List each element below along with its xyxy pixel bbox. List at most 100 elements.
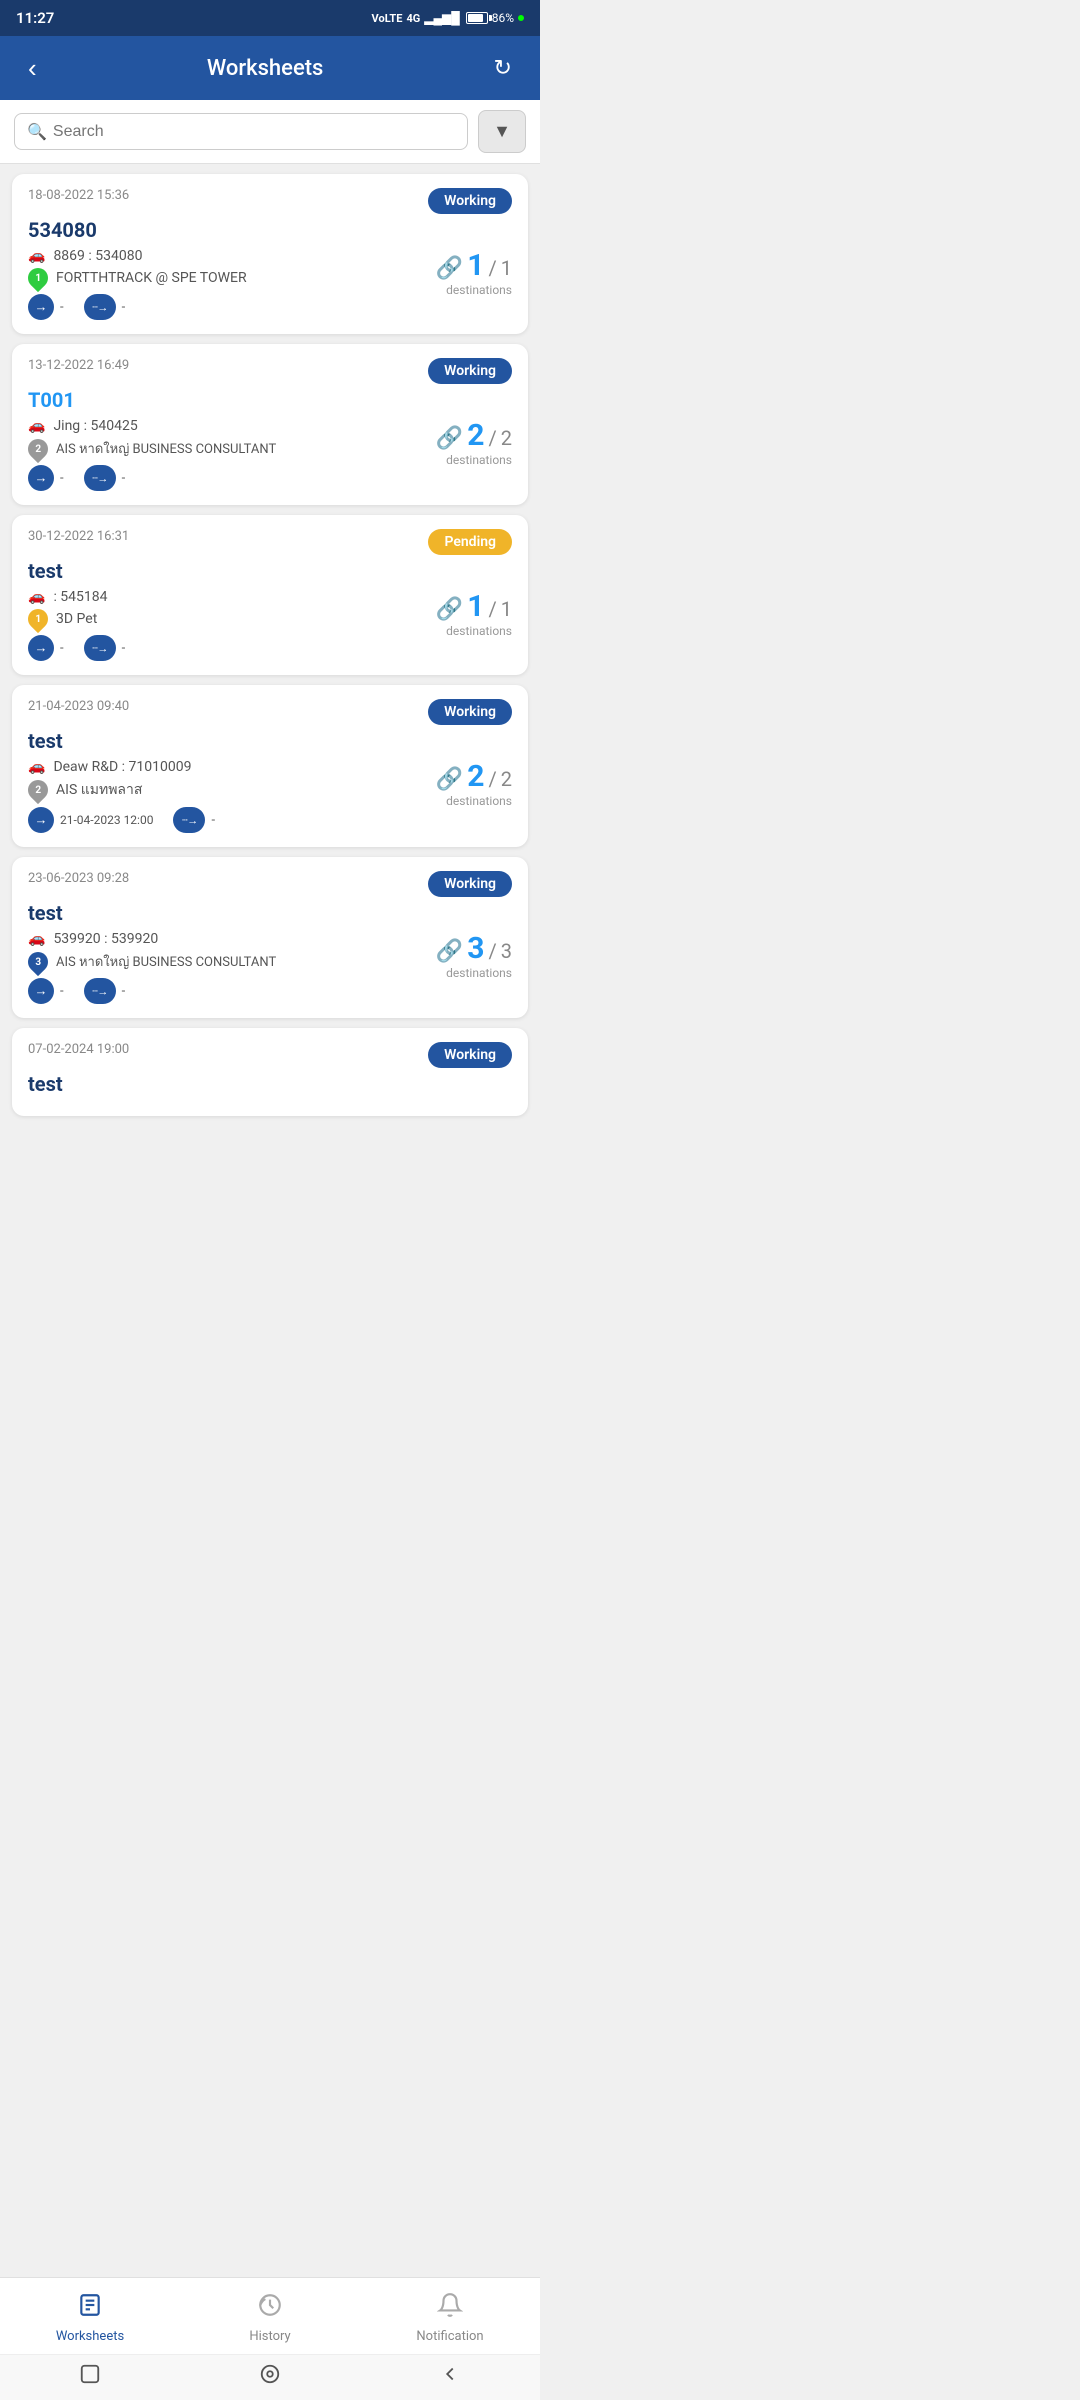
search-icon: 🔍	[27, 122, 47, 141]
nav-tab-notification[interactable]: Notification	[360, 2286, 540, 2350]
card-1-vehicle: 🚗 8869 : 534080	[28, 248, 436, 264]
nav-tab-worksheets[interactable]: Worksheets	[0, 2286, 180, 2350]
end-arrow-3: ···→	[84, 635, 116, 661]
card-1-status: Working	[428, 188, 512, 214]
card-4-title: test	[28, 729, 512, 753]
worksheet-card-2[interactable]: 13-12-2022 16:49 Working T001 🚗 Jing : 5…	[12, 344, 528, 505]
pin-2: 2	[24, 434, 52, 462]
card-4-header: 21-04-2023 09:40 Working	[28, 699, 512, 725]
dest-label-5: destinations	[446, 966, 512, 980]
back-button[interactable]: ‹	[20, 49, 45, 88]
card-4-location: 2 AIS แมทพลาส	[28, 779, 436, 801]
end-arrow-1: ···→	[84, 294, 116, 320]
car-icon-3: 🚗	[28, 589, 45, 605]
card-2-title: T001	[28, 388, 512, 412]
search-bar: 🔍 ▼	[0, 100, 540, 164]
search-input-wrap: 🔍	[14, 113, 468, 150]
dest-total-3: 1	[501, 597, 512, 621]
battery-icon	[466, 12, 488, 24]
car-icon-5: 🚗	[28, 931, 45, 947]
worksheets-icon	[77, 2292, 103, 2325]
card-5-travel: → - ···→ -	[28, 978, 436, 1004]
status-icons: VoLTE 4G ▂▄▆█ 86%	[372, 11, 524, 25]
dest-count-2: 2	[467, 418, 484, 453]
card-4-vehicle: 🚗 Deaw R&D : 71010009	[28, 759, 436, 775]
search-input[interactable]	[53, 123, 455, 141]
dest-label-4: destinations	[446, 794, 512, 808]
nav-tab-history[interactable]: History	[180, 2286, 360, 2350]
status-bar: 11:27 VoLTE 4G ▂▄▆█ 86%	[0, 0, 540, 36]
card-6-status: Working	[428, 1042, 512, 1068]
card-3-travel: → - ···→ -	[28, 635, 436, 661]
worksheet-card-4[interactable]: 21-04-2023 09:40 Working test 🚗 Deaw R&D…	[12, 685, 528, 847]
card-4-date: 21-04-2023 09:40	[28, 699, 129, 714]
card-3-location: 1 3D Pet	[28, 609, 436, 629]
worksheet-card-6[interactable]: 07-02-2024 19:00 Working test	[12, 1028, 528, 1116]
bottom-nav: Worksheets History Notification	[0, 2277, 540, 2400]
pin-3: 1	[24, 605, 52, 633]
refresh-button[interactable]: ↻	[486, 51, 520, 85]
car-icon-4: 🚗	[28, 759, 45, 775]
dest-count-4: 2	[467, 759, 484, 794]
card-3-destinations: 🔗 1 / 1 destinations	[436, 589, 512, 638]
card-1-title: 534080	[28, 218, 512, 242]
cards-list: 18-08-2022 15:36 Working 534080 🚗 8869 :…	[0, 164, 540, 1256]
nav-tabs: Worksheets History Notification	[0, 2278, 540, 2354]
square-button[interactable]	[79, 2363, 101, 2390]
back-button-system[interactable]	[439, 2363, 461, 2390]
card-2-location: 2 AIS หาดใหญ่ BUSINESS CONSULTANT	[28, 438, 436, 459]
dest-icon-1: 🔗	[436, 256, 463, 281]
worksheets-label: Worksheets	[56, 2329, 124, 2344]
filter-icon: ▼	[493, 121, 511, 142]
dest-total-2: 2	[501, 426, 512, 450]
card-5-title: test	[28, 901, 512, 925]
pin-5: 3	[24, 947, 52, 975]
card-3-title: test	[28, 559, 512, 583]
card-2-header: 13-12-2022 16:49 Working	[28, 358, 512, 384]
worksheet-card-1[interactable]: 18-08-2022 15:36 Working 534080 🚗 8869 :…	[12, 174, 528, 334]
card-3-status: Pending	[428, 529, 512, 555]
car-icon-2: 🚗	[28, 418, 45, 434]
end-arrow-2: ···→	[84, 465, 116, 491]
signal-icon: ▂▄▆█	[424, 11, 459, 25]
home-button[interactable]	[259, 2363, 281, 2390]
card-6-title: test	[28, 1072, 512, 1096]
card-5-destinations: 🔗 3 / 3 destinations	[436, 931, 512, 980]
card-3-header: 30-12-2022 16:31 Pending	[28, 529, 512, 555]
dest-icon-3: 🔗	[436, 597, 463, 622]
card-5-vehicle: 🚗 539920 : 539920	[28, 931, 436, 947]
card-2-date: 13-12-2022 16:49	[28, 358, 129, 373]
card-6-date: 07-02-2024 19:00	[28, 1042, 129, 1057]
dest-count-5: 3	[467, 931, 484, 966]
dest-label-2: destinations	[446, 453, 512, 467]
card-2-destinations: 🔗 2 / 2 destinations	[436, 418, 512, 467]
start-arrow-4: →	[28, 807, 54, 833]
dest-total-4: 2	[501, 767, 512, 791]
card-2-status: Working	[428, 358, 512, 384]
online-dot	[518, 15, 524, 21]
car-icon-1: 🚗	[28, 248, 45, 264]
pin-4: 2	[24, 776, 52, 804]
card-5-location: 3 AIS หาดใหญ่ BUSINESS CONSULTANT	[28, 951, 436, 972]
start-arrow-2: →	[28, 465, 54, 491]
card-3-date: 30-12-2022 16:31	[28, 529, 129, 544]
dest-total-5: 3	[501, 939, 512, 963]
card-3-vehicle: 🚗 : 545184	[28, 589, 436, 605]
card-6-header: 07-02-2024 19:00 Working	[28, 1042, 512, 1068]
card-2-vehicle: 🚗 Jing : 540425	[28, 418, 436, 434]
card-4-status: Working	[428, 699, 512, 725]
start-arrow-3: →	[28, 635, 54, 661]
dest-icon-4: 🔗	[436, 767, 463, 792]
card-5-date: 23-06-2023 09:28	[28, 871, 129, 886]
battery-percent: 86%	[492, 11, 514, 25]
card-1-travel: → - ···→ -	[28, 294, 436, 320]
volte-icon: VoLTE	[372, 12, 403, 25]
filter-button[interactable]: ▼	[478, 110, 526, 153]
dest-label-3: destinations	[446, 624, 512, 638]
card-1-date: 18-08-2022 15:36	[28, 188, 129, 203]
worksheet-card-3[interactable]: 30-12-2022 16:31 Pending test 🚗 : 545184…	[12, 515, 528, 675]
dest-count-3: 1	[467, 589, 484, 624]
card-2-travel: → - ···→ -	[28, 465, 436, 491]
worksheet-card-5[interactable]: 23-06-2023 09:28 Working test 🚗 539920 :…	[12, 857, 528, 1018]
system-nav	[0, 2354, 540, 2400]
